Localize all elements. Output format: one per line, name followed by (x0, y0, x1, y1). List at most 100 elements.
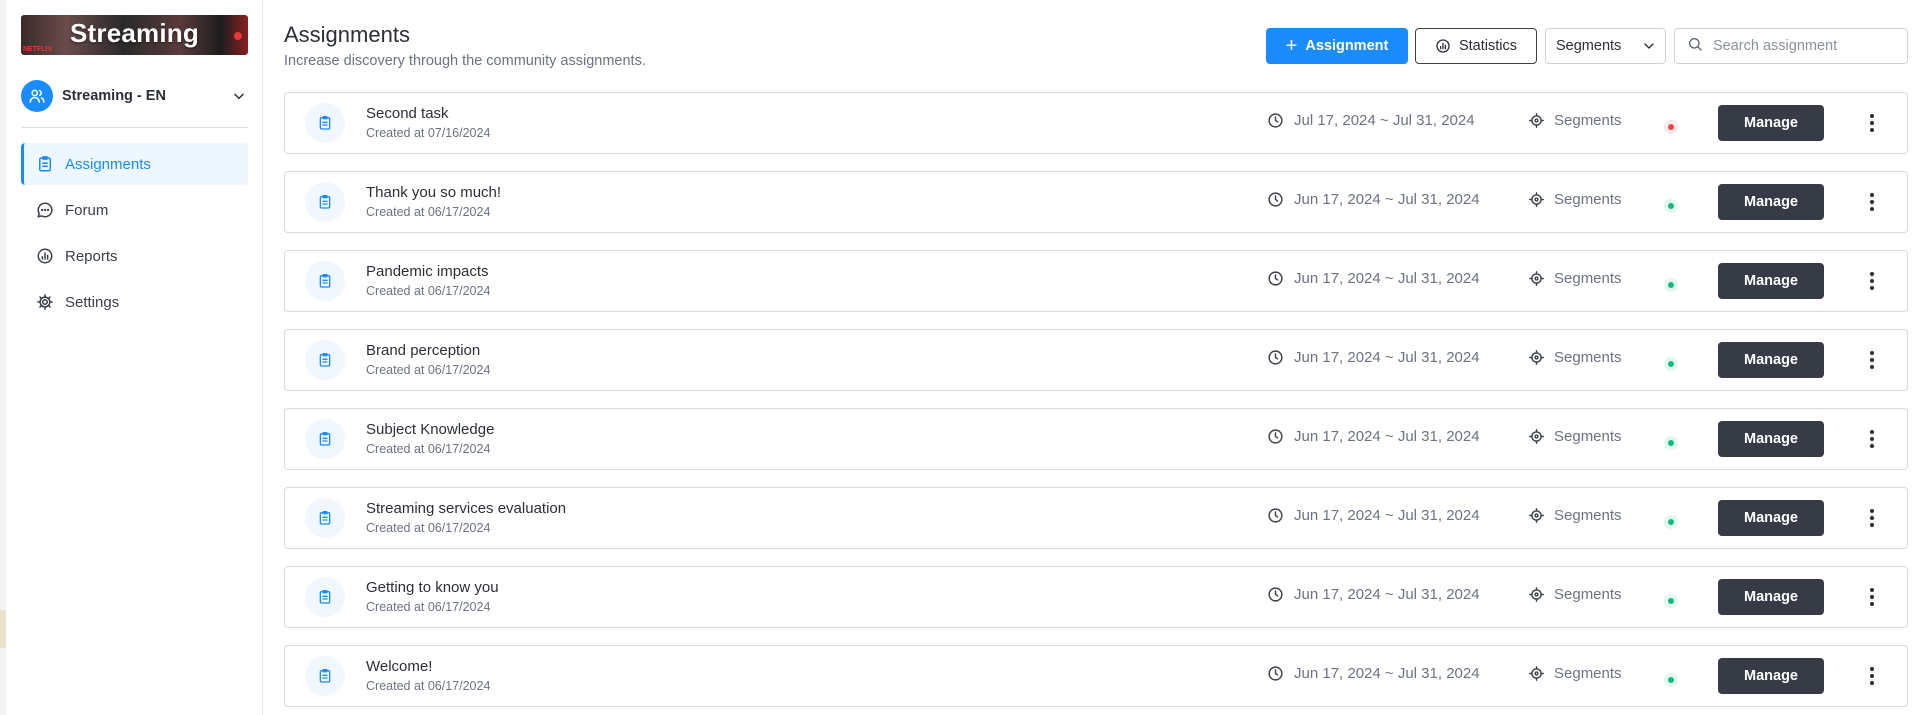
manage-button[interactable]: Manage (1718, 263, 1824, 299)
assignment-icon (305, 340, 345, 380)
sidebar-item-assignments[interactable]: Assignments (21, 143, 248, 185)
status-indicator (1664, 515, 1678, 529)
assignment-segments[interactable]: Segments (1528, 112, 1622, 129)
assignment-title[interactable]: Welcome! (366, 658, 432, 675)
assignment-date-range: Jun 17, 2024 ~ Jul 31, 2024 (1267, 428, 1480, 445)
more-options-icon[interactable] (1859, 110, 1885, 136)
assignment-date-text: Jun 17, 2024 ~ Jul 31, 2024 (1294, 586, 1480, 603)
assignment-date-text: Jun 17, 2024 ~ Jul 31, 2024 (1294, 191, 1480, 208)
assignment-list: Second task Created at 07/16/2024 Jul 17… (284, 92, 1908, 715)
brand-logo-text: Streaming (70, 18, 199, 48)
workspace-switcher[interactable]: Streaming - EN (21, 80, 248, 112)
assignment-segments-label: Segments (1554, 586, 1622, 603)
clock-icon (1267, 191, 1284, 208)
status-indicator (1664, 357, 1678, 371)
sidebar-item-label: Assignments (65, 155, 151, 173)
add-assignment-button[interactable]: + Assignment (1266, 28, 1408, 64)
more-options-icon[interactable] (1859, 584, 1885, 610)
assignment-icon (305, 261, 345, 301)
more-options-icon[interactable] (1859, 268, 1885, 294)
manage-button[interactable]: Manage (1718, 342, 1824, 378)
assignment-segments[interactable]: Segments (1528, 586, 1622, 603)
search-box (1674, 28, 1908, 64)
assignment-segments[interactable]: Segments (1528, 270, 1622, 287)
search-input[interactable] (1713, 38, 1903, 54)
more-options-icon[interactable] (1859, 426, 1885, 452)
status-indicator (1664, 199, 1678, 213)
manage-button[interactable]: Manage (1718, 500, 1824, 536)
target-icon (1528, 665, 1545, 682)
sidebar-item-forum[interactable]: Forum (21, 189, 248, 231)
more-options-icon[interactable] (1859, 347, 1885, 373)
assignment-title[interactable]: Pandemic impacts (366, 263, 489, 280)
assignment-segments[interactable]: Segments (1528, 191, 1622, 208)
clock-icon (1267, 112, 1284, 129)
assignment-segments-label: Segments (1554, 349, 1622, 366)
assignment-icon (305, 182, 345, 222)
more-options-icon[interactable] (1859, 663, 1885, 689)
status-indicator (1664, 278, 1678, 292)
status-dot (1668, 677, 1674, 683)
manage-button[interactable]: Manage (1718, 184, 1824, 220)
brand-logo-dot (234, 32, 242, 40)
gear-icon (35, 292, 55, 312)
assignment-segments[interactable]: Segments (1528, 349, 1622, 366)
assignment-date-range: Jun 17, 2024 ~ Jul 31, 2024 (1267, 586, 1480, 603)
manage-button[interactable]: Manage (1718, 105, 1824, 141)
clipboard-icon (319, 432, 331, 446)
main-content: Assignments Increase discovery through t… (264, 0, 1924, 715)
list-item[interactable]: Getting to know you Created at 06/17/202… (284, 566, 1908, 628)
list-item[interactable]: Second task Created at 07/16/2024 Jul 17… (284, 92, 1908, 154)
manage-button[interactable]: Manage (1718, 658, 1824, 694)
brand-logo-small-text: NETFLIX (23, 46, 53, 53)
clipboard-icon (319, 195, 331, 209)
more-options-icon[interactable] (1859, 189, 1885, 215)
sidebar-item-reports[interactable]: Reports (21, 235, 248, 277)
page-subtitle: Increase discovery through the community… (284, 53, 646, 69)
assignment-date-range: Jun 17, 2024 ~ Jul 31, 2024 (1267, 270, 1480, 287)
chevron-down-icon[interactable] (230, 87, 248, 105)
statistics-button[interactable]: Statistics (1415, 28, 1537, 64)
segments-select[interactable]: Segments (1545, 28, 1666, 64)
assignment-date-range: Jun 17, 2024 ~ Jul 31, 2024 (1267, 665, 1480, 682)
segments-select-value: Segments (1556, 38, 1622, 54)
assignment-title[interactable]: Streaming services evaluation (366, 500, 566, 517)
assignment-title[interactable]: Subject Knowledge (366, 421, 494, 438)
list-item[interactable]: Brand perception Created at 06/17/2024 J… (284, 329, 1908, 391)
assignment-created: Created at 06/17/2024 (366, 521, 491, 535)
assignment-title[interactable]: Brand perception (366, 342, 480, 359)
sidebar: Streaming NETFLIX Streaming - EN Assignm… (6, 0, 263, 715)
clock-icon (1267, 428, 1284, 445)
sidebar-item-label: Reports (65, 247, 118, 265)
statistics-label: Statistics (1458, 38, 1517, 54)
status-dot (1668, 203, 1674, 209)
list-item[interactable]: Welcome! Created at 06/17/2024 Jun 17, 2… (284, 645, 1908, 707)
target-icon (1528, 507, 1545, 524)
assignment-title[interactable]: Second task (366, 105, 449, 122)
assignment-segments-label: Segments (1554, 507, 1622, 524)
brand-logo[interactable]: Streaming NETFLIX (21, 15, 248, 55)
list-item[interactable]: Thank you so much! Created at 06/17/2024… (284, 171, 1908, 233)
list-item[interactable]: Pandemic impacts Created at 06/17/2024 J… (284, 250, 1908, 312)
assignment-segments[interactable]: Segments (1528, 428, 1622, 445)
assignment-icon (305, 656, 345, 696)
assignment-segments[interactable]: Segments (1528, 507, 1622, 524)
assignment-date-range: Jun 17, 2024 ~ Jul 31, 2024 (1267, 191, 1480, 208)
search-icon (1687, 36, 1703, 57)
clipboard-icon (35, 154, 55, 174)
assignment-title[interactable]: Thank you so much! (366, 184, 501, 201)
manage-button[interactable]: Manage (1718, 579, 1824, 615)
workspace-name: Streaming - EN (62, 88, 166, 104)
manage-button[interactable]: Manage (1718, 421, 1824, 457)
more-options-icon[interactable] (1859, 505, 1885, 531)
list-item[interactable]: Subject Knowledge Created at 06/17/2024 … (284, 408, 1908, 470)
chevron-down-icon (1641, 38, 1657, 58)
assignment-segments-label: Segments (1554, 665, 1622, 682)
clipboard-icon (319, 116, 331, 130)
clock-icon (1267, 349, 1284, 366)
assignment-segments[interactable]: Segments (1528, 665, 1622, 682)
assignment-title[interactable]: Getting to know you (366, 579, 499, 596)
list-item[interactable]: Streaming services evaluation Created at… (284, 487, 1908, 549)
clock-icon (1267, 507, 1284, 524)
sidebar-item-settings[interactable]: Settings (21, 281, 248, 323)
